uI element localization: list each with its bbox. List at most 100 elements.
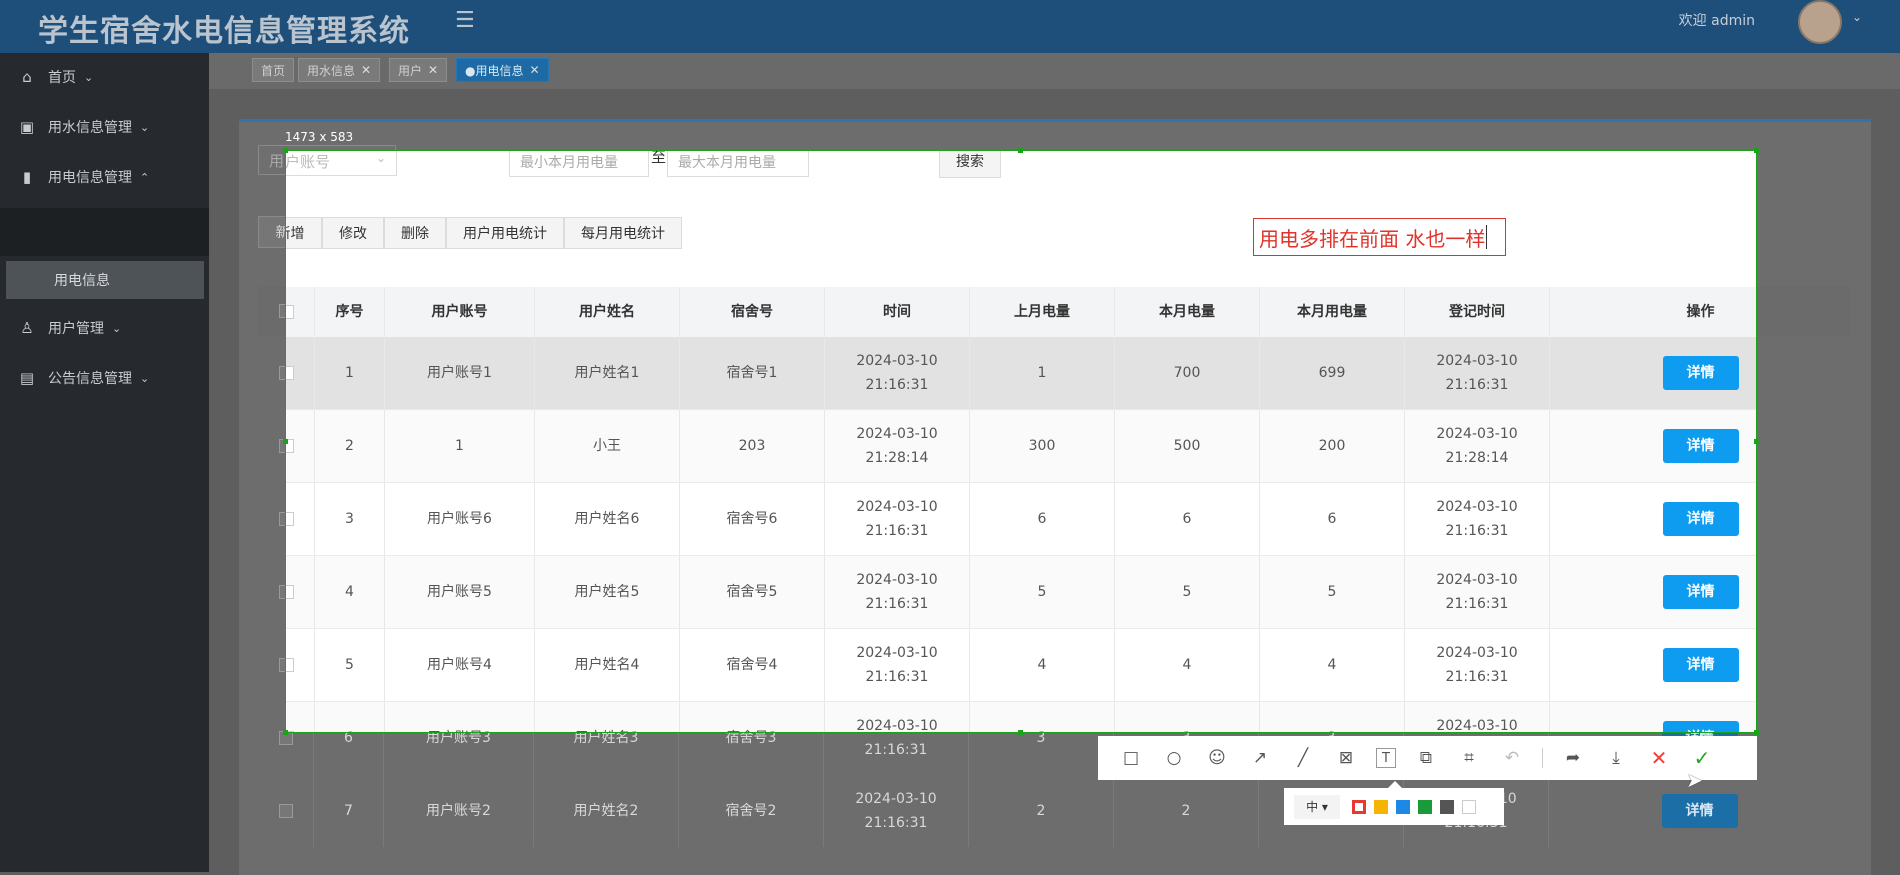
resize-handle[interactable] bbox=[1754, 730, 1759, 735]
resize-handle[interactable] bbox=[283, 730, 288, 735]
table-cell: 用户账号5 bbox=[384, 556, 534, 628]
tab-electric[interactable]: ●用电信息 ✕ bbox=[456, 58, 549, 82]
table-cell: 2024-03-10 21:16:31 bbox=[824, 629, 969, 701]
cancel-icon[interactable]: ✕ bbox=[1646, 745, 1672, 771]
text-icon[interactable]: T bbox=[1376, 748, 1396, 768]
color-swatch[interactable] bbox=[1440, 799, 1454, 814]
sidebar-item-water[interactable]: ▣ 用水信息管理 ⌄ bbox=[0, 103, 209, 151]
monthly-usage-stats-button[interactable]: 每月用电统计 bbox=[564, 217, 682, 249]
chevron-down-icon: ⌄ bbox=[140, 120, 150, 134]
min-usage-input[interactable]: 最小本月用电量 bbox=[509, 151, 649, 177]
column-header: 用户账号 bbox=[384, 287, 534, 337]
copy-icon[interactable]: ⧉ bbox=[1413, 745, 1439, 771]
row-checkbox[interactable] bbox=[286, 629, 314, 701]
table-row[interactable]: 5用户账号4用户姓名4宿舍号42024-03-10 21:16:31444202… bbox=[286, 629, 1756, 702]
annotation-text-box[interactable]: 用电多排在前面 水也一样 bbox=[1253, 218, 1506, 256]
detail-button[interactable]: 详情 bbox=[1662, 502, 1739, 536]
sidebar-item-electric[interactable]: ▮ 用电信息管理 ⌃ bbox=[0, 153, 209, 201]
detail-button[interactable]: 详情 bbox=[1662, 648, 1739, 682]
delete-button[interactable]: 删除 bbox=[384, 217, 446, 249]
table-row[interactable]: 4用户账号5用户姓名5宿舍号52024-03-10 21:16:31555202… bbox=[286, 556, 1756, 629]
row-checkbox[interactable] bbox=[286, 702, 314, 732]
table-row[interactable]: 6用户账号3用户姓名3宿舍号32024-03-10 21:16:31333202… bbox=[286, 702, 1756, 732]
resize-handle[interactable] bbox=[283, 148, 288, 153]
menu-toggle-icon[interactable]: ☰ bbox=[455, 8, 475, 33]
download-icon[interactable]: ⤓ bbox=[1603, 745, 1629, 771]
color-swatch[interactable] bbox=[1352, 799, 1366, 814]
screenshot-selection[interactable]: 用户账号 ⌄ 最小本月用电量 至 最大本月用电量 搜索 新增 修改 删除 用户用电… bbox=[285, 150, 1757, 733]
arrow-icon[interactable]: ↗ bbox=[1247, 745, 1273, 771]
resize-handle[interactable] bbox=[1018, 730, 1023, 735]
text-caret bbox=[1486, 225, 1488, 249]
mosaic-icon[interactable]: ⊠ bbox=[1333, 745, 1359, 771]
table-cell: 2024-03-10 21:16:31 bbox=[824, 702, 969, 732]
share-icon[interactable]: ➦ bbox=[1560, 745, 1586, 771]
close-icon[interactable]: ✕ bbox=[428, 63, 438, 77]
detail-button[interactable]: 详情 bbox=[1662, 575, 1739, 609]
table-cell: 6 bbox=[1114, 483, 1259, 555]
chevron-down-icon[interactable]: ⌄ bbox=[1852, 10, 1862, 24]
mouse-cursor-icon: ➤ bbox=[1686, 768, 1703, 792]
table-cell: 小王 bbox=[534, 410, 679, 482]
table-row[interactable]: 1用户账号1用户姓名1宿舍号12024-03-10 21:16:31170069… bbox=[286, 337, 1756, 410]
table-cell: 2024-03-10 21:16:31 bbox=[1404, 483, 1549, 555]
sidebar-subitem-electric-info[interactable]: 用电信息 bbox=[6, 261, 204, 299]
table-row[interactable]: 3用户账号6用户姓名6宿舍号62024-03-10 21:16:31666202… bbox=[286, 483, 1756, 556]
resize-handle[interactable] bbox=[1018, 148, 1023, 153]
sidebar-item-home[interactable]: ⌂ 首页 ⌄ bbox=[0, 53, 209, 101]
select-all-checkbox[interactable] bbox=[286, 287, 314, 337]
row-checkbox[interactable] bbox=[286, 410, 314, 482]
detail-button[interactable]: 详情 bbox=[1662, 429, 1739, 463]
account-select[interactable]: 用户账号 ⌄ bbox=[286, 151, 397, 176]
detail-button[interactable]: 详情 bbox=[1662, 356, 1739, 390]
edit-button[interactable]: 修改 bbox=[322, 217, 384, 249]
color-swatch[interactable] bbox=[1418, 799, 1432, 814]
line-icon[interactable]: ╱ bbox=[1290, 745, 1316, 771]
ocr-icon[interactable]: ⌗ bbox=[1456, 745, 1482, 771]
tab-home[interactable]: 首页 bbox=[252, 58, 295, 82]
undo-icon[interactable]: ↶ bbox=[1499, 745, 1525, 771]
color-swatches bbox=[1352, 799, 1484, 814]
table-cell: 7 bbox=[313, 774, 383, 847]
table-cell: 2024-03-10 21:16:31 bbox=[824, 337, 969, 409]
detail-button[interactable]: 详情 bbox=[1662, 721, 1739, 732]
table-row[interactable]: 21小王2032024-03-10 21:28:143005002002024-… bbox=[286, 410, 1756, 483]
color-swatch[interactable] bbox=[1462, 799, 1476, 814]
font-size-select[interactable]: 中 ▾ bbox=[1294, 794, 1340, 819]
sidebar-item-notice[interactable]: ▤ 公告信息管理 ⌄ bbox=[0, 354, 209, 402]
annotation-text: 用电多排在前面 水也一样 bbox=[1259, 226, 1486, 251]
max-usage-input[interactable]: 最大本月用电量 bbox=[667, 151, 809, 177]
table-cell: 6 bbox=[969, 483, 1114, 555]
color-swatch[interactable] bbox=[1396, 799, 1410, 814]
screenshot-toolbar: □ ○ ☺ ↗ ╱ ⊠ T ⧉ ⌗ ↶ ➦ ⤓ ✕ ✓ bbox=[1098, 736, 1757, 780]
table-cell: 3 bbox=[1114, 702, 1259, 732]
row-checkbox[interactable] bbox=[258, 774, 313, 847]
app-title: 学生宿舍水电信息管理系统 bbox=[38, 14, 410, 49]
table-row[interactable]: 7用户账号2用户姓名2宿舍号22024-03-10 21:16:31222202… bbox=[258, 774, 1850, 847]
row-checkbox[interactable] bbox=[286, 483, 314, 555]
tab-users[interactable]: 用户 ✕ bbox=[389, 58, 448, 82]
user-usage-stats-button[interactable]: 用户用电统计 bbox=[446, 217, 564, 249]
close-icon[interactable]: ✕ bbox=[361, 63, 371, 77]
resize-handle[interactable] bbox=[1754, 439, 1759, 444]
circle-icon[interactable]: ○ bbox=[1161, 745, 1187, 771]
detail-button[interactable]: 详情 bbox=[1661, 793, 1738, 828]
table-cell: 1 bbox=[314, 337, 384, 409]
rectangle-icon[interactable]: □ bbox=[1118, 745, 1144, 771]
tab-water[interactable]: 用水信息 ✕ bbox=[298, 58, 381, 82]
table-cell: 2024-03-10 21:28:14 bbox=[1404, 410, 1549, 482]
table-cell: 宿舍号3 bbox=[679, 702, 824, 732]
avatar[interactable] bbox=[1798, 0, 1842, 44]
row-checkbox[interactable] bbox=[286, 556, 314, 628]
add-button[interactable]: 新增 bbox=[286, 217, 322, 249]
resize-handle[interactable] bbox=[1754, 148, 1759, 153]
table-cell: 5 bbox=[314, 629, 384, 701]
sidebar-item-users[interactable]: ♙ 用户管理 ⌄ bbox=[0, 304, 209, 352]
search-button[interactable]: 搜索 bbox=[939, 151, 1001, 178]
resize-handle[interactable] bbox=[283, 439, 288, 444]
row-checkbox[interactable] bbox=[286, 337, 314, 409]
close-icon[interactable]: ✕ bbox=[529, 63, 539, 77]
table-cell: 2024-03-10 21:16:31 bbox=[1404, 337, 1549, 409]
color-swatch[interactable] bbox=[1374, 799, 1388, 814]
emoji-icon[interactable]: ☺ bbox=[1204, 745, 1230, 771]
